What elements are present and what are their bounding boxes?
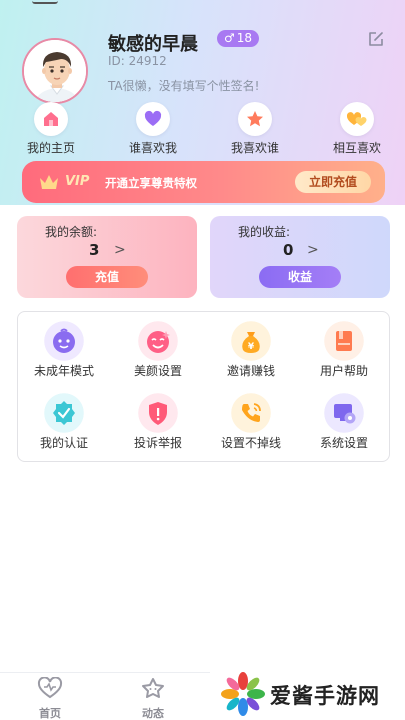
double-heart-icon bbox=[340, 102, 374, 136]
heart-icon bbox=[136, 102, 170, 136]
grid-item-system-settings[interactable]: 系统设置 bbox=[298, 392, 390, 451]
grid-item-minor-mode[interactable]: 未成年模式 bbox=[18, 320, 110, 379]
grid-item-my-verification[interactable]: 我的认证 bbox=[18, 392, 110, 451]
crown-icon bbox=[38, 173, 60, 191]
tab-label: 动态 bbox=[142, 707, 164, 720]
quick-nav-my-homepage[interactable]: 我的主页 bbox=[6, 102, 96, 156]
grid-label: 系统设置 bbox=[319, 436, 368, 450]
quick-nav-label: 相互喜欢 bbox=[332, 141, 381, 155]
star-icon bbox=[238, 102, 272, 136]
grid-item-user-help[interactable]: 用户帮助 bbox=[298, 320, 390, 379]
grid-label: 我的认证 bbox=[39, 436, 88, 450]
quick-nav-mutual-likes[interactable]: 相互喜欢 bbox=[312, 102, 402, 156]
grid-label: 用户帮助 bbox=[319, 364, 368, 378]
balance-value: 3 bbox=[89, 241, 100, 259]
verified-badge-icon bbox=[39, 392, 89, 434]
svg-text:¥: ¥ bbox=[248, 342, 255, 352]
chevron-right-icon: > bbox=[114, 242, 126, 258]
signature: TA很懒，没有填写个性签名! bbox=[108, 79, 260, 93]
user-id: ID: 24912 bbox=[108, 54, 167, 68]
grid-label: 投诉举报 bbox=[133, 436, 182, 450]
gender-age-badge: ♂ 18 bbox=[217, 30, 260, 47]
avatar[interactable] bbox=[22, 38, 88, 104]
grid-item-complaint-report[interactable]: 投诉举报 bbox=[112, 392, 204, 451]
grid-label: 设置不掉线 bbox=[220, 436, 281, 450]
tab-moments[interactable]: 动态 bbox=[123, 677, 183, 720]
grid-item-stay-online[interactable]: 设置不掉线 bbox=[205, 392, 297, 451]
home-heart-icon bbox=[36, 676, 64, 703]
phone-call-icon bbox=[226, 392, 276, 434]
feature-grid: 未成年模式 美颜设置 ¥ 邀请赚钱 用户帮助 我的认证 投诉举报 设置不掉线 系… bbox=[17, 311, 390, 462]
child-face-icon bbox=[39, 320, 89, 362]
watermark-text: 爱酱手游网 bbox=[270, 684, 380, 708]
pinwheel-logo-icon bbox=[220, 671, 266, 717]
quick-nav-who-i-like[interactable]: 我喜欢谁 bbox=[210, 102, 300, 156]
grid-item-invite-earn[interactable]: ¥ 邀请赚钱 bbox=[205, 320, 297, 379]
status-bar-fragment bbox=[32, 0, 58, 4]
help-book-icon bbox=[319, 320, 369, 362]
income-card[interactable]: 我的收益: 0 > 收益 bbox=[210, 216, 390, 298]
moments-icon bbox=[139, 677, 167, 703]
report-shield-icon bbox=[133, 392, 183, 434]
vip-banner[interactable]: VIP 开通立享尊贵特权 立即充值 bbox=[22, 161, 385, 203]
grid-item-beauty-settings[interactable]: 美颜设置 bbox=[112, 320, 204, 379]
quick-nav: 我的主页 谁喜欢我 我喜欢谁 相互喜欢 bbox=[0, 102, 405, 156]
watermark: 爱酱手游网 bbox=[210, 668, 405, 720]
quick-nav-label: 我的主页 bbox=[26, 141, 75, 155]
grid-label: 未成年模式 bbox=[33, 364, 94, 378]
chevron-right-icon: > bbox=[307, 242, 319, 258]
income-value: 0 bbox=[283, 241, 294, 259]
vip-recharge-button[interactable]: 立即充值 bbox=[295, 171, 371, 193]
grid-label: 邀请赚钱 bbox=[226, 364, 275, 378]
quick-nav-label: 我喜欢谁 bbox=[230, 141, 279, 155]
balance-card[interactable]: 我的余额: 3 > 充值 bbox=[17, 216, 197, 298]
male-icon: ♂ bbox=[224, 31, 235, 45]
vip-description: 开通立享尊贵特权 bbox=[105, 176, 197, 190]
grid-label: 美颜设置 bbox=[133, 364, 182, 378]
username: 敏感的早晨 bbox=[108, 34, 198, 55]
money-bag-icon: ¥ bbox=[226, 320, 276, 362]
system-settings-icon bbox=[319, 392, 369, 434]
income-title: 我的收益: bbox=[238, 225, 291, 239]
quick-nav-who-likes-me[interactable]: 谁喜欢我 bbox=[108, 102, 198, 156]
beauty-face-icon bbox=[133, 320, 183, 362]
quick-nav-label: 谁喜欢我 bbox=[128, 141, 177, 155]
income-button[interactable]: 收益 bbox=[259, 266, 341, 288]
recharge-button[interactable]: 充值 bbox=[66, 266, 148, 288]
home-icon bbox=[34, 102, 68, 136]
tab-label: 首页 bbox=[39, 707, 61, 720]
balance-title: 我的余额: bbox=[45, 225, 98, 239]
edit-icon[interactable] bbox=[367, 30, 385, 48]
tab-home[interactable]: 首页 bbox=[20, 676, 80, 720]
vip-label: VIP bbox=[65, 174, 90, 189]
age-value: 18 bbox=[236, 31, 253, 45]
